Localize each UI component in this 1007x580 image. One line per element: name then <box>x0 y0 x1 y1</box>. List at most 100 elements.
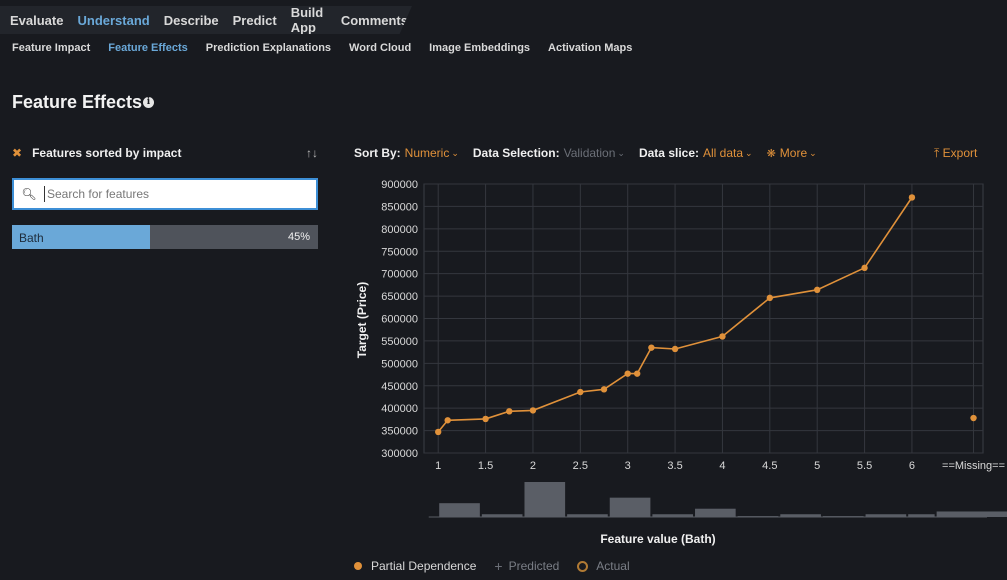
x-tick-label: 4 <box>719 460 725 472</box>
legend-label: Actual <box>596 559 630 573</box>
search-box: 🔍︎ <box>12 178 318 210</box>
data-selection-label: Data Selection: <box>472 146 560 160</box>
partial-dependence-point <box>600 386 608 393</box>
subtab-image-embeddings[interactable]: Image Embeddings <box>429 42 530 54</box>
data-slice-label: Data slice: <box>638 146 699 160</box>
legend-item-partial-dependence[interactable]: Partial Dependence <box>354 559 476 573</box>
partial-dependence-point <box>719 333 726 340</box>
tab-understand[interactable]: Understand <box>77 13 149 28</box>
y-tick-label: 450000 <box>381 381 418 393</box>
partial-dependence-point <box>633 370 641 377</box>
sort-by-label: Sort By: <box>354 146 401 160</box>
search-icon: 🔍︎ <box>21 187 37 201</box>
legend-label: Predicted <box>508 559 560 573</box>
export-label: Export <box>942 146 978 160</box>
feature-effects-chart: 300000 350000 400000 450000 500000 550000 6000… <box>355 179 1007 546</box>
ring-marker-icon <box>577 560 589 572</box>
partial-dependence-point <box>861 264 868 272</box>
feature-name: Bath <box>19 231 44 245</box>
y-axis-ticks: 300000 350000 400000 450000 500000 550000 6000… <box>381 179 418 460</box>
y-tick-label: 900000 <box>381 179 418 191</box>
x-tick-label: 1.5 <box>478 460 493 472</box>
legend-item-predicted[interactable]: + Predicted <box>494 558 559 574</box>
partial-dependence-series <box>435 194 977 436</box>
partial-dependence-point <box>444 417 451 424</box>
y-tick-label: 700000 <box>381 269 418 281</box>
y-tick-label: 750000 <box>381 246 418 258</box>
data-slice-dropdown[interactable]: All data <box>703 146 743 160</box>
partial-dependence-point <box>671 345 679 353</box>
histogram-bar <box>609 497 651 517</box>
y-tick-label: 600000 <box>381 314 418 326</box>
export-icon: ⤒ <box>934 146 940 160</box>
export-button[interactable]: ⤒ Export <box>934 146 977 161</box>
x-tick-label: 2.5 <box>573 460 588 472</box>
y-tick-label: 300000 <box>381 448 418 460</box>
chevron-down-icon[interactable]: ⌄ <box>809 148 817 159</box>
x-tick-label: 5.5 <box>857 460 872 472</box>
histogram-bar <box>695 508 736 517</box>
y-axis-label: Target (Price) <box>355 282 369 358</box>
x-tick-label: 3.5 <box>667 460 682 472</box>
x-tick-label: 6 <box>909 460 915 472</box>
y-tick-label: 850000 <box>381 201 418 213</box>
subtab-activation-maps[interactable]: Activation Maps <box>548 42 632 54</box>
partial-dependence-point <box>908 194 916 201</box>
missing-value-point <box>970 414 977 422</box>
y-tick-label: 400000 <box>381 403 418 415</box>
more-dropdown[interactable]: More <box>780 146 807 160</box>
x-tick-label: ==Missing== <box>942 460 1005 472</box>
data-selection-dropdown[interactable]: Validation <box>564 146 616 160</box>
plus-marker-icon: + <box>494 558 503 574</box>
sort-arrows-icon[interactable]: ↑↓ <box>306 146 318 160</box>
subtab-prediction-explanations[interactable]: Prediction Explanations <box>206 42 331 54</box>
legend-label: Partial Dependence <box>371 559 477 573</box>
search-input[interactable] <box>44 186 309 202</box>
page-title: Feature Effects <box>12 92 143 112</box>
y-tick-label: 800000 <box>381 224 418 236</box>
partial-dependence-point <box>577 388 584 396</box>
histogram <box>428 482 1007 518</box>
chart-legend: Partial Dependence + Predicted Actual <box>354 558 648 574</box>
tab-describe[interactable]: Describe <box>164 13 219 28</box>
x-tick-label: 2 <box>530 460 536 472</box>
partial-dependence-point <box>435 428 442 436</box>
dot-marker-icon <box>354 562 362 570</box>
tab-comments[interactable]: Comments <box>341 13 408 28</box>
sub-nav: Feature Impact Feature Effects Predictio… <box>12 42 650 54</box>
x-axis-label: Feature value (Bath) <box>600 532 715 546</box>
tab-predict[interactable]: Predict <box>233 13 277 28</box>
tab-evaluate[interactable]: Evaluate <box>10 13 63 28</box>
x-tick-label: 3 <box>625 460 631 472</box>
sort-by-dropdown[interactable]: Numeric <box>405 146 450 160</box>
histogram-bar <box>524 482 566 517</box>
partial-dependence-point <box>813 286 821 294</box>
features-panel-header: ✖ Features sorted by impact ↑↓ <box>12 146 318 160</box>
histogram-bar <box>439 503 480 517</box>
info-icon[interactable]: i <box>143 97 154 108</box>
subtab-word-cloud[interactable]: Word Cloud <box>349 42 411 54</box>
chevron-down-icon[interactable]: ⌄ <box>745 148 753 159</box>
partial-dependence-point <box>506 408 513 415</box>
legend-item-actual[interactable]: Actual <box>577 559 630 573</box>
x-axis-ticks: 1 1.5 2 2.5 3 3.5 4 4.5 5 5.5 6 ==Missing== <box>435 460 1005 472</box>
features-panel-title: Features sorted by impact <box>32 146 182 160</box>
chart-controls: Sort By: Numeric ⌄ Data Selection: Valid… <box>354 146 831 160</box>
partial-dependence-point <box>624 370 631 377</box>
subtab-feature-impact[interactable]: Feature Impact <box>12 42 90 54</box>
feature-impact-percent: 45% <box>287 231 310 243</box>
chevron-down-icon[interactable]: ⌄ <box>617 148 625 159</box>
partial-dependence-point <box>482 415 489 423</box>
x-tick-label: 5 <box>814 460 820 472</box>
subtab-feature-effects[interactable]: Feature Effects <box>108 42 187 54</box>
x-tick-label: 1 <box>435 460 441 472</box>
y-tick-label: 650000 <box>381 291 418 303</box>
feature-row-bath[interactable]: Bath 45% <box>12 225 318 249</box>
gear-icon[interactable]: ❋ <box>767 147 776 160</box>
tab-build-app[interactable]: Build App <box>291 6 327 34</box>
partial-dependence-point <box>648 344 655 351</box>
y-tick-label: 550000 <box>381 336 418 348</box>
partial-dependence-point <box>529 407 537 414</box>
y-tick-label: 350000 <box>381 426 418 438</box>
chevron-down-icon[interactable]: ⌄ <box>451 148 459 159</box>
